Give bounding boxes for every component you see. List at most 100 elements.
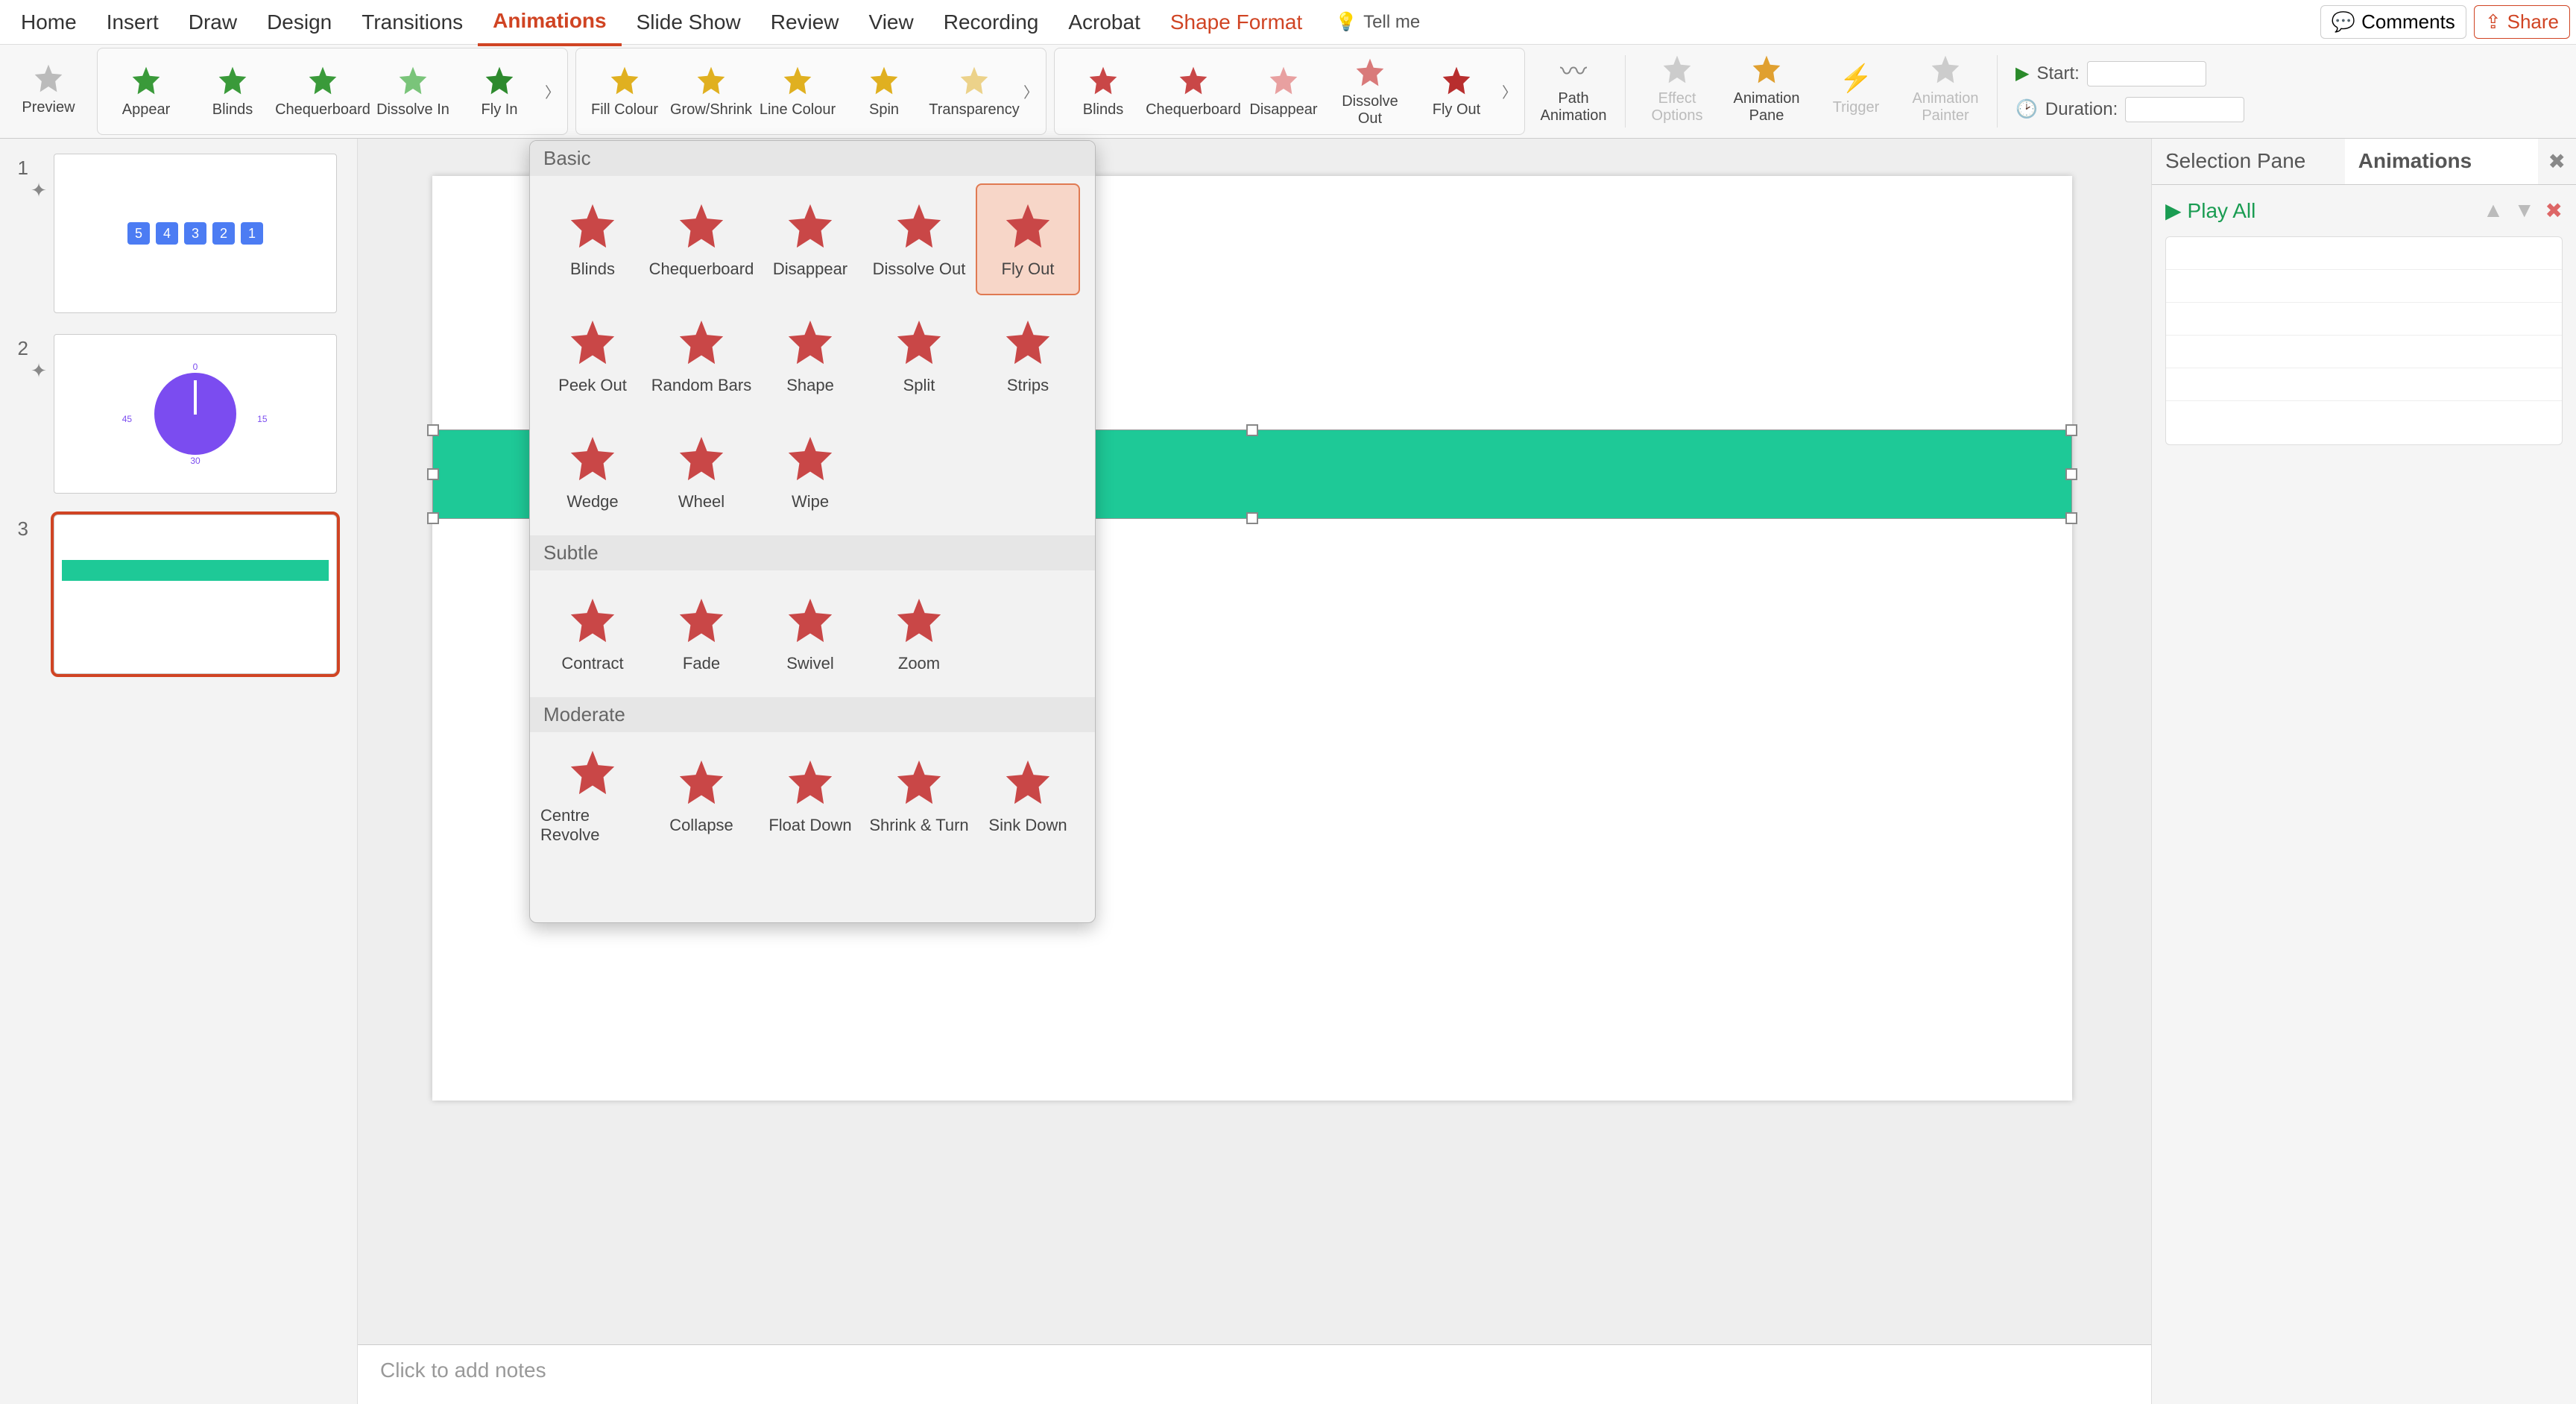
resize-handle[interactable] <box>2065 512 2077 524</box>
comments-button[interactable]: 💬 Comments <box>2320 5 2466 39</box>
exit-fly-out[interactable]: Fly Out <box>1415 51 1497 133</box>
dropdown-item-label: Fade <box>683 654 720 673</box>
path-animation-button[interactable]: 〰 Path Animation <box>1532 48 1614 130</box>
dropdown-item-wheel[interactable]: Wheel <box>649 416 754 528</box>
emphasis-fill-colour[interactable]: Fill Colour <box>584 51 666 133</box>
slide-thumbnail-3[interactable] <box>54 514 337 674</box>
emphasis-line-colour[interactable]: Line Colour <box>757 51 839 133</box>
effect-options-button[interactable]: Effect Options <box>1636 48 1718 130</box>
dropdown-item-contract[interactable]: Contract <box>540 578 645 690</box>
resize-handle[interactable] <box>1246 424 1258 436</box>
thumb2-clock <box>154 373 236 455</box>
tab-acrobat[interactable]: Acrobat <box>1053 0 1155 45</box>
dropdown-item-zoom[interactable]: Zoom <box>867 578 971 690</box>
trigger-button[interactable]: ⚡ Trigger <box>1815 48 1897 130</box>
slide-thumbnail-2[interactable]: 0 15 30 45 <box>54 334 337 494</box>
tell-me[interactable]: 💡 Tell me <box>1335 11 1420 33</box>
thumb-number: 3 <box>4 514 28 541</box>
notes-pane[interactable]: Click to add notes <box>358 1344 2151 1404</box>
painter-icon <box>1929 53 1962 86</box>
entrance-chequerboard[interactable]: Chequerboard <box>278 51 367 133</box>
delete-button[interactable]: ✖ <box>2545 198 2563 223</box>
move-up-button[interactable]: ▲ <box>2483 198 2504 223</box>
dropdown-item-fade[interactable]: Fade <box>649 578 754 690</box>
emphasis-more[interactable]: 〉 <box>1023 81 1038 102</box>
preview-button[interactable]: Preview <box>7 48 89 130</box>
dropdown-item-collapse[interactable]: Collapse <box>649 740 754 851</box>
dropdown-item-shrink-&-turn[interactable]: Shrink & Turn <box>867 740 971 851</box>
resize-handle[interactable] <box>2065 468 2077 480</box>
resize-handle[interactable] <box>1246 512 1258 524</box>
move-down-button[interactable]: ▼ <box>2514 198 2535 223</box>
exit-animation-dropdown: BasicBlindsChequerboardDisappearDissolve… <box>529 140 1096 923</box>
dropdown-item-sink-down[interactable]: Sink Down <box>976 740 1080 851</box>
dropdown-item-shape[interactable]: Shape <box>758 300 862 412</box>
tab-slide-show[interactable]: Slide Show <box>622 0 756 45</box>
dropdown-item-strips[interactable]: Strips <box>976 300 1080 412</box>
pane-body: ▶ Play All ▲ ▼ ✖ <box>2152 185 2576 459</box>
dropdown-section-header: Moderate <box>530 697 1095 732</box>
exit-dissolve-out[interactable]: Dissolve Out <box>1329 51 1411 133</box>
dropdown-item-label: Chequerboard <box>649 259 754 279</box>
entrance-more[interactable]: 〉 <box>545 81 560 102</box>
dropdown-item-label: Strips <box>1007 376 1049 395</box>
dropdown-item-disappear[interactable]: Disappear <box>758 183 862 295</box>
thumb-number: 2 <box>4 334 28 360</box>
dropdown-item-centre-revolve[interactable]: Centre Revolve <box>540 740 645 851</box>
resize-handle[interactable] <box>2065 424 2077 436</box>
entrance-gallery: Appear Blinds Chequerboard Dissolve In F… <box>97 48 568 135</box>
dropdown-item-wedge[interactable]: Wedge <box>540 416 645 528</box>
dropdown-item-swivel[interactable]: Swivel <box>758 578 862 690</box>
pane-tab-animations[interactable]: Animations <box>2345 139 2538 184</box>
duration-input[interactable] <box>2125 97 2244 122</box>
dropdown-item-split[interactable]: Split <box>867 300 971 412</box>
tab-view[interactable]: View <box>854 0 929 45</box>
exit-disappear[interactable]: Disappear <box>1243 51 1325 133</box>
slide-thumbnail-1[interactable]: 5 4 3 2 1 <box>54 154 337 313</box>
emphasis-grow-shrink[interactable]: Grow/Shrink <box>670 51 752 133</box>
start-label: Start: <box>2036 63 2079 84</box>
tab-animations[interactable]: Animations <box>478 0 621 46</box>
list-row <box>2166 336 2562 368</box>
dropdown-item-fly-out[interactable]: Fly Out <box>976 183 1080 295</box>
ribbon-divider <box>1997 55 1998 128</box>
pane-close-button[interactable]: ✖ <box>2538 139 2576 184</box>
tab-draw[interactable]: Draw <box>174 0 252 45</box>
entrance-fly-in[interactable]: Fly In <box>458 51 540 133</box>
exit-blinds[interactable]: Blinds <box>1062 51 1144 133</box>
tab-recording[interactable]: Recording <box>929 0 1054 45</box>
tab-design[interactable]: Design <box>252 0 347 45</box>
tab-insert[interactable]: Insert <box>92 0 174 45</box>
dropdown-item-blinds[interactable]: Blinds <box>540 183 645 295</box>
dropdown-item-label: Wedge <box>566 492 618 511</box>
share-button[interactable]: ⇪ Share <box>2474 5 2570 39</box>
entrance-blinds[interactable]: Blinds <box>192 51 274 133</box>
resize-handle[interactable] <box>427 424 439 436</box>
animation-painter-button[interactable]: Animation Painter <box>1904 48 1986 130</box>
play-all-button[interactable]: ▶ Play All <box>2165 198 2255 223</box>
dropdown-item-float-down[interactable]: Float Down <box>758 740 862 851</box>
entrance-appear[interactable]: Appear <box>105 51 187 133</box>
dropdown-item-peek-out[interactable]: Peek Out <box>540 300 645 412</box>
reorder-controls: ▲ ▼ ✖ <box>2483 198 2563 223</box>
resize-handle[interactable] <box>427 512 439 524</box>
tab-review[interactable]: Review <box>756 0 854 45</box>
emphasis-transparency[interactable]: Transparency <box>929 51 1019 133</box>
tab-shape-format[interactable]: Shape Format <box>1155 0 1317 45</box>
animation-pane-button[interactable]: Animation Pane <box>1726 48 1808 130</box>
start-input[interactable] <box>2087 61 2206 86</box>
tab-transitions[interactable]: Transitions <box>347 0 478 45</box>
entrance-dissolve-in[interactable]: Dissolve In <box>372 51 454 133</box>
dropdown-item-label: Fly Out <box>1002 259 1055 279</box>
emphasis-spin[interactable]: Spin <box>843 51 925 133</box>
play-triangle-icon: ▶ <box>2015 63 2029 84</box>
exit-more[interactable]: 〉 <box>1502 81 1517 102</box>
dropdown-item-wipe[interactable]: Wipe <box>758 416 862 528</box>
dropdown-item-chequerboard[interactable]: Chequerboard <box>649 183 754 295</box>
exit-chequerboard[interactable]: Chequerboard <box>1149 51 1238 133</box>
tab-home[interactable]: Home <box>6 0 92 45</box>
resize-handle[interactable] <box>427 468 439 480</box>
pane-tab-selection[interactable]: Selection Pane <box>2152 139 2345 184</box>
dropdown-item-random-bars[interactable]: Random Bars <box>649 300 754 412</box>
dropdown-item-dissolve-out[interactable]: Dissolve Out <box>867 183 971 295</box>
